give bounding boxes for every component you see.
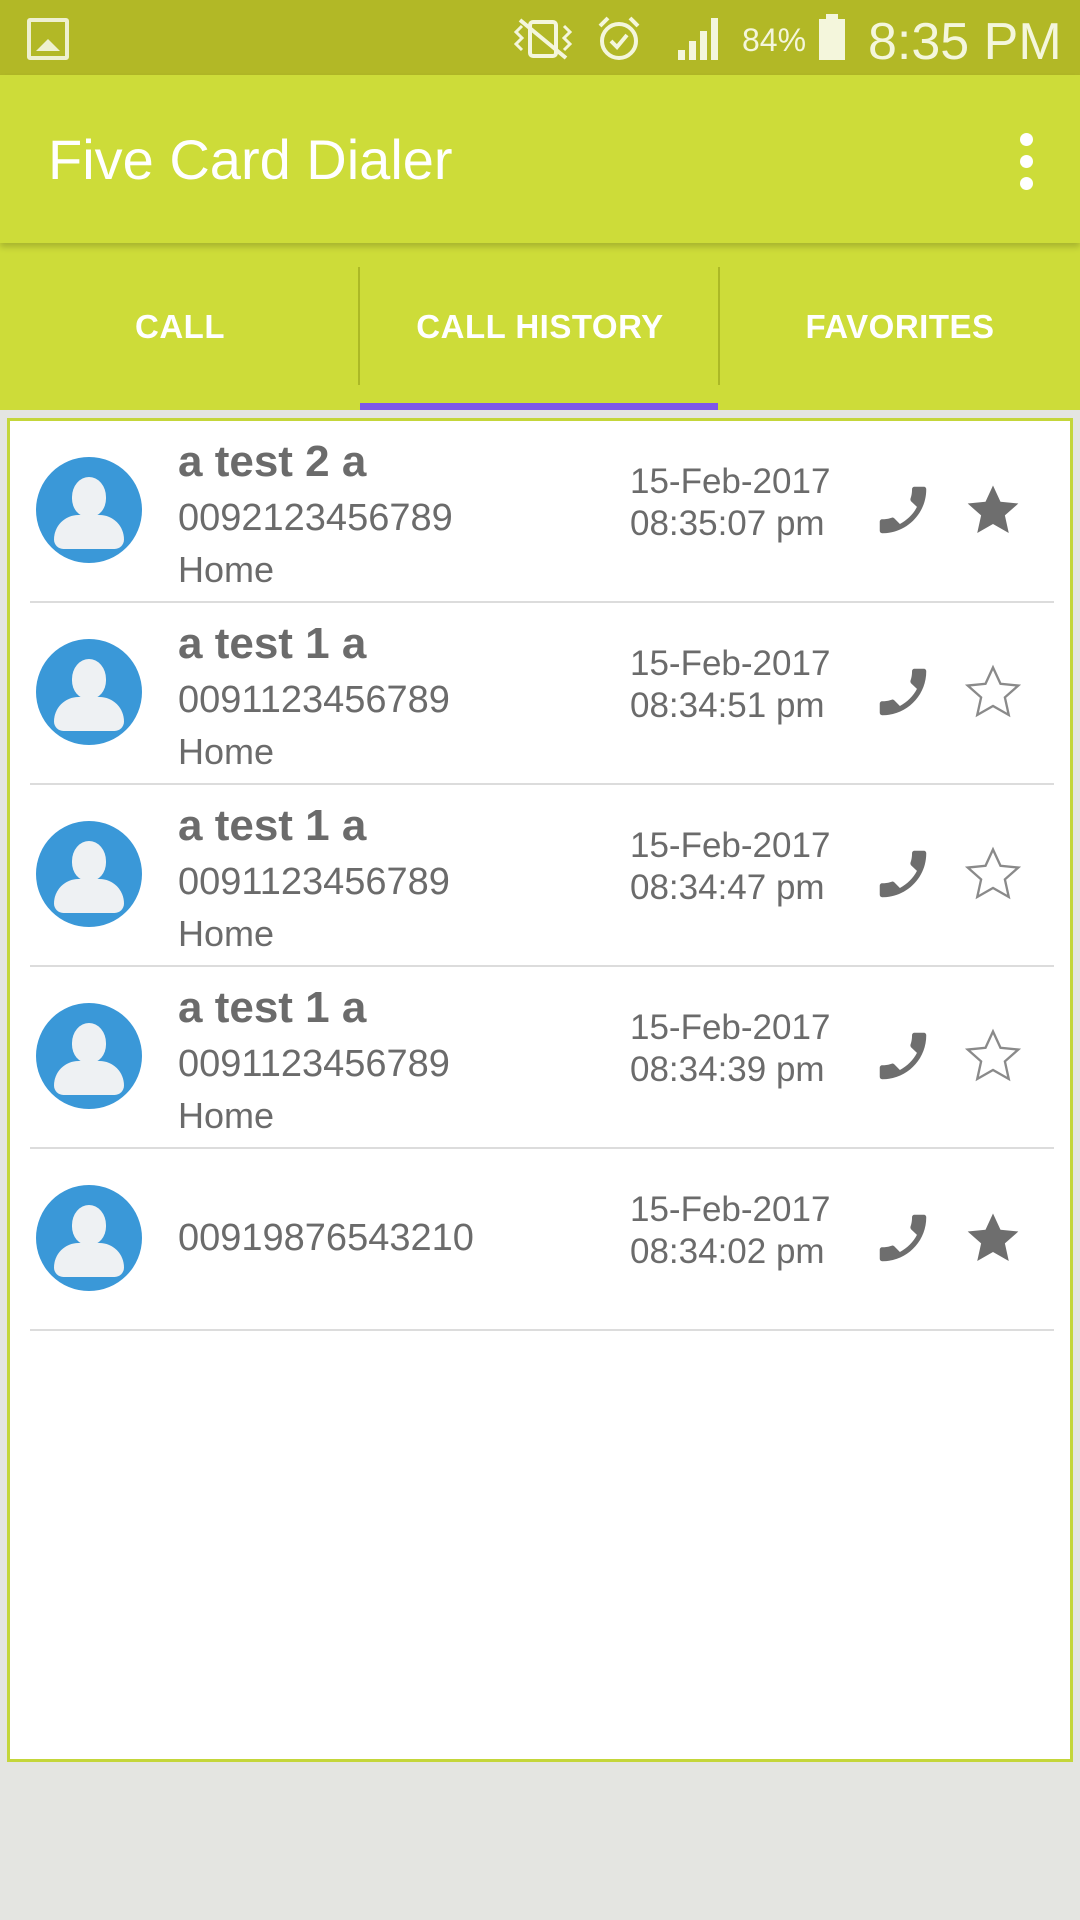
star-outline-icon[interactable] xyxy=(962,843,1024,905)
phone-icon[interactable] xyxy=(872,843,934,905)
phone-icon[interactable] xyxy=(872,1025,934,1087)
signal-icon xyxy=(678,18,718,60)
list-item[interactable]: a test 1 a 0091123456789 Home 15-Feb-201… xyxy=(30,967,1054,1149)
avatar-icon xyxy=(36,457,142,563)
call-time: 08:35:07 pm xyxy=(630,504,825,543)
tab-bar: CALL CALL HISTORY FAVORITES xyxy=(0,243,1080,410)
number-label: Home xyxy=(178,913,275,954)
number-label: Home xyxy=(178,731,275,772)
battery-icon xyxy=(819,14,845,60)
call-date: 15-Feb-2017 xyxy=(630,1190,831,1229)
number-label: Home xyxy=(178,549,275,590)
call-history-list: a test 2 a 0092123456789 Home 15-Feb-201… xyxy=(7,418,1073,1762)
app-title: Five Card Dialer xyxy=(48,128,453,191)
avatar-icon xyxy=(36,821,142,927)
phone-icon[interactable] xyxy=(872,661,934,723)
contact-name: a test 1 a xyxy=(178,619,367,668)
contact-name: a test 1 a xyxy=(178,801,367,850)
call-datetime: 15-Feb-2017 08:34:02 pm xyxy=(630,1189,830,1273)
call-date: 15-Feb-2017 xyxy=(630,462,831,501)
number-label: Home xyxy=(178,1095,275,1136)
list-item[interactable]: a test 2 a 0092123456789 Home 15-Feb-201… xyxy=(30,421,1054,603)
phone-number: 0091123456789 xyxy=(178,679,450,721)
phone-number: 00919876543210 xyxy=(178,1217,474,1259)
contact-name: a test 2 a xyxy=(178,437,367,486)
call-date: 15-Feb-2017 xyxy=(630,644,831,683)
call-time: 08:34:47 pm xyxy=(630,868,825,907)
phone-number: 0092123456789 xyxy=(178,497,453,539)
list-item[interactable]: a test 1 a 0091123456789 Home 15-Feb-201… xyxy=(30,603,1054,785)
call-datetime: 15-Feb-2017 08:34:51 pm xyxy=(630,643,830,727)
avatar-icon xyxy=(36,639,142,745)
star-filled-icon[interactable] xyxy=(962,1207,1024,1269)
gallery-icon xyxy=(27,18,69,60)
avatar-icon xyxy=(36,1003,142,1109)
call-date: 15-Feb-2017 xyxy=(630,1008,831,1047)
status-bar: 84% 8:35 PM xyxy=(0,0,1080,75)
call-datetime: 15-Feb-2017 08:35:07 pm xyxy=(630,461,830,545)
contact-name: a test 1 a xyxy=(178,983,367,1032)
alarm-icon xyxy=(598,16,640,60)
vibrate-icon xyxy=(513,18,573,60)
overflow-menu-icon[interactable] xyxy=(1012,133,1042,191)
tab-call-history[interactable]: CALL HISTORY xyxy=(360,243,720,410)
call-time: 08:34:02 pm xyxy=(630,1232,825,1271)
star-outline-icon[interactable] xyxy=(962,661,1024,723)
phone-number: 0091123456789 xyxy=(178,1043,450,1085)
call-time: 08:34:39 pm xyxy=(630,1050,825,1089)
tab-favorites[interactable]: FAVORITES xyxy=(720,243,1080,410)
list-item[interactable]: a test 1 a 0091123456789 Home 15-Feb-201… xyxy=(30,785,1054,967)
tab-indicator xyxy=(360,403,718,410)
call-date: 15-Feb-2017 xyxy=(630,826,831,865)
call-datetime: 15-Feb-2017 08:34:39 pm xyxy=(630,1007,830,1091)
star-filled-icon[interactable] xyxy=(962,479,1024,541)
tab-call[interactable]: CALL xyxy=(0,243,360,410)
list-item[interactable]: 00919876543210 15-Feb-2017 08:34:02 pm xyxy=(30,1149,1054,1331)
phone-icon[interactable] xyxy=(872,479,934,541)
phone-icon[interactable] xyxy=(872,1207,934,1269)
app-bar: Five Card Dialer xyxy=(0,75,1080,243)
phone-number: 0091123456789 xyxy=(178,861,450,903)
clock-time: 8:35 PM xyxy=(868,13,1062,71)
call-time: 08:34:51 pm xyxy=(630,686,825,725)
battery-percent: 84% xyxy=(742,22,807,58)
avatar-icon xyxy=(36,1185,142,1291)
call-datetime: 15-Feb-2017 08:34:47 pm xyxy=(630,825,830,909)
star-outline-icon[interactable] xyxy=(962,1025,1024,1087)
